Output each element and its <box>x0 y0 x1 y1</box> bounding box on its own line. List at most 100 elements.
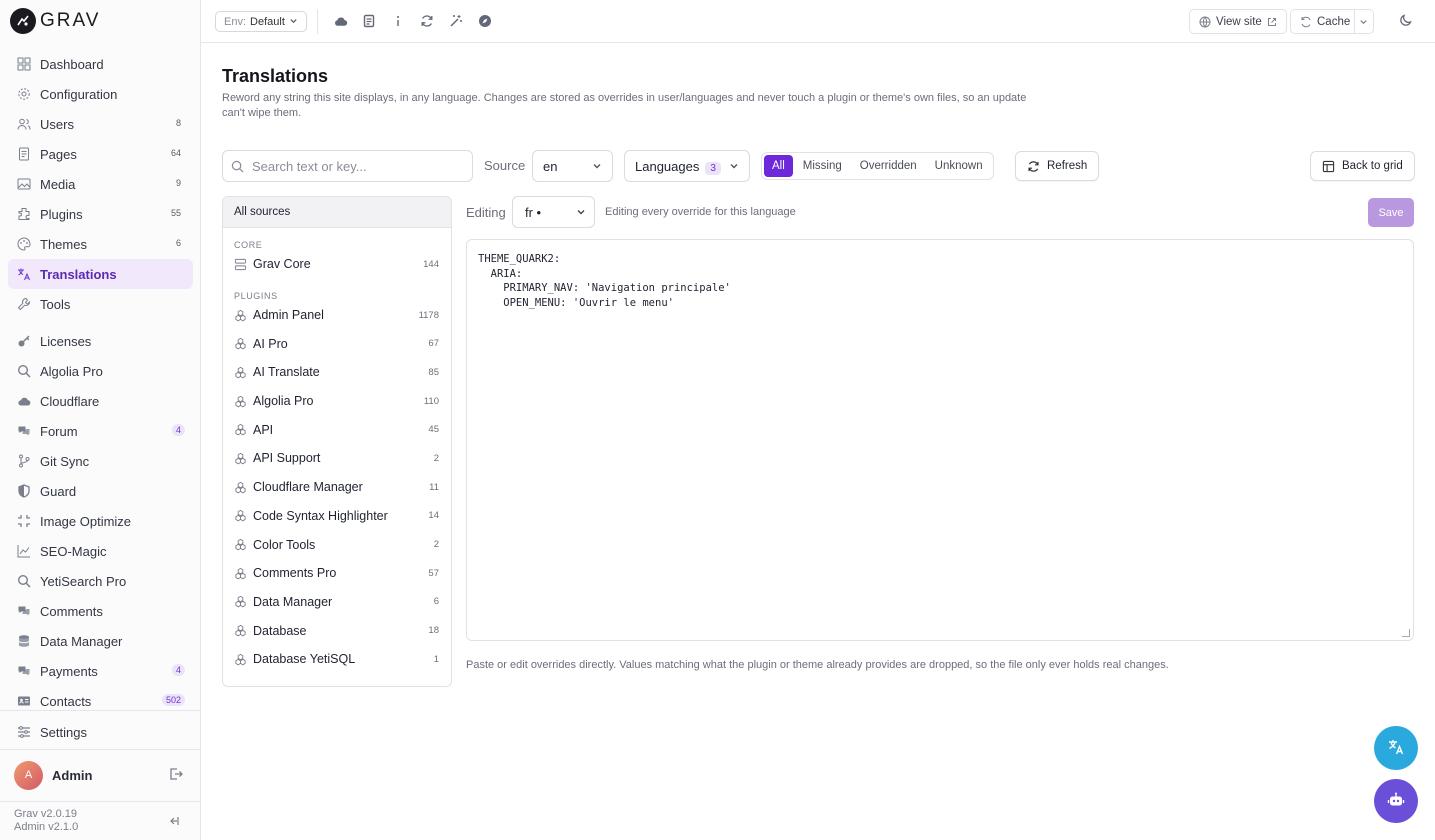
filter-tab-unknown[interactable]: Unknown <box>927 155 991 177</box>
logout-icon[interactable] <box>168 766 184 785</box>
status-filter-tabs: All Missing Overridden Unknown <box>761 152 994 180</box>
source-item-admin-panel[interactable]: Admin Panel 1178 <box>223 301 451 330</box>
document-icon[interactable] <box>360 12 378 30</box>
plugin-cubes-icon <box>234 595 247 608</box>
sidebar-item-image-optimize[interactable]: Image Optimize <box>8 506 193 536</box>
sidebar-item-licenses[interactable]: Licenses <box>8 326 193 356</box>
sidebar-item-payments[interactable]: Payments 4 <box>8 656 193 686</box>
compass-icon[interactable] <box>476 12 494 30</box>
sidebar-item-cloudflare[interactable]: Cloudflare <box>8 386 193 416</box>
source-item-grav-core[interactable]: Grav Core 144 <box>223 250 451 279</box>
core-group-heading: CORE <box>234 240 263 250</box>
dark-mode-toggle-icon[interactable] <box>1399 13 1413 30</box>
overrides-editor[interactable]: THEME_QUARK2: ARIA: PRIMARY_NAV: 'Naviga… <box>466 239 1414 641</box>
source-language-select[interactable]: en <box>532 150 613 182</box>
globe-icon <box>1199 16 1211 28</box>
back-to-grid-button[interactable]: Back to grid <box>1310 151 1415 181</box>
sidebar-item-algolia-pro[interactable]: Algolia Pro <box>8 356 193 386</box>
save-button[interactable]: Save <box>1368 198 1414 227</box>
languages-select[interactable]: Languages 3 <box>624 150 750 182</box>
count-badge: 8 <box>175 118 181 128</box>
sidebar-item-configuration[interactable]: Configuration <box>8 79 193 109</box>
cache-options-toggle[interactable] <box>1354 9 1374 34</box>
plugin-cubes-icon <box>234 509 247 522</box>
sidebar-item-dashboard[interactable]: Dashboard <box>8 49 193 79</box>
sidebar-item-data-manager[interactable]: Data Manager <box>8 626 193 656</box>
source-item-ai-pro[interactable]: AI Pro 67 <box>223 329 451 358</box>
sidebar-item-contacts[interactable]: Contacts 502 <box>8 686 193 716</box>
source-label: Source <box>484 158 526 173</box>
sidebar-item-seo-magic[interactable]: SEO-Magic <box>8 536 193 566</box>
top-bar: Env: Default View site Cache <box>201 0 1435 43</box>
resize-handle[interactable] <box>1402 629 1410 637</box>
cache-button[interactable]: Cache <box>1290 9 1355 34</box>
search-input[interactable] <box>252 158 452 174</box>
view-site-label: View site <box>1216 15 1262 28</box>
sidebar-item-git-sync[interactable]: Git Sync <box>8 446 193 476</box>
source-item-api[interactable]: API 45 <box>223 415 451 444</box>
sidebar-item-label: Translations <box>40 266 117 282</box>
sidebar-nav: Dashboard Configuration Users 8 Pages 64 Media… <box>8 49 193 716</box>
translate-fab[interactable] <box>1374 726 1418 770</box>
sidebar-item-label: Guard <box>40 483 77 499</box>
source-count: 14 <box>428 510 439 522</box>
sidebar-item-comments[interactable]: Comments <box>8 596 193 626</box>
source-item-color-tools[interactable]: Color Tools 2 <box>223 530 451 559</box>
sidebar-divider <box>0 801 200 802</box>
source-item-data-manager[interactable]: Data Manager 6 <box>223 588 451 617</box>
refresh-label: Refresh <box>1047 160 1088 172</box>
source-item-database[interactable]: Database 18 <box>223 616 451 645</box>
sidebar-item-media[interactable]: Media 9 <box>8 169 193 199</box>
sidebar-divider <box>0 710 200 711</box>
source-language-value: en <box>543 158 558 174</box>
plugin-cubes-icon <box>234 423 247 436</box>
sidebar-item-translations[interactable]: Translations <box>8 259 193 289</box>
source-item-algolia-pro[interactable]: Algolia Pro 110 <box>223 387 451 416</box>
admin-version: Admin v2.1.0 <box>14 821 79 833</box>
sidebar-item-pages[interactable]: Pages 64 <box>8 139 193 169</box>
user-menu[interactable]: A Admin <box>14 760 184 790</box>
environment-select[interactable]: Env: Default <box>215 11 307 32</box>
sidebar-item-label: Data Manager <box>40 633 123 649</box>
sidebar-item-guard[interactable]: Guard <box>8 476 193 506</box>
cloud-icon[interactable] <box>331 12 349 30</box>
source-item-ai-translate[interactable]: AI Translate 85 <box>223 358 451 387</box>
filter-tab-all[interactable]: All <box>764 155 793 177</box>
editing-language-select[interactable]: fr • <box>512 196 595 228</box>
refresh-cache-icon[interactable] <box>418 12 436 30</box>
source-item-database-yetisql[interactable]: Database YetiSQL 1 <box>223 645 451 674</box>
view-site-button[interactable]: View site <box>1189 9 1287 34</box>
translate-icon <box>1387 738 1405 759</box>
sidebar-item-forum[interactable]: Forum 4 <box>8 416 193 446</box>
assistant-fab[interactable] <box>1374 779 1418 823</box>
info-icon[interactable] <box>389 12 407 30</box>
git-icon <box>16 453 32 469</box>
sidebar-item-label: Settings <box>40 724 87 740</box>
magic-wand-icon[interactable] <box>447 12 465 30</box>
source-item-cloudflare-manager[interactable]: Cloudflare Manager 11 <box>223 473 451 502</box>
server-icon <box>234 258 247 271</box>
source-count: 6 <box>433 596 439 608</box>
sidebar-item-settings[interactable]: Settings <box>8 717 193 747</box>
source-item-code-syntax-highlighter[interactable]: Code Syntax Highlighter 14 <box>223 502 451 531</box>
sidebar-item-yetisearch-pro[interactable]: YetiSearch Pro <box>8 566 193 596</box>
collapse-sidebar-icon[interactable] <box>166 814 180 831</box>
grav-logo[interactable]: GRAV <box>10 8 100 34</box>
search-box[interactable] <box>222 150 473 182</box>
source-item-api-support[interactable]: API Support 2 <box>223 444 451 473</box>
all-sources-item[interactable]: All sources <box>223 197 451 228</box>
sidebar-item-users[interactable]: Users 8 <box>8 109 193 139</box>
sidebar-item-plugins[interactable]: Plugins 55 <box>8 199 193 229</box>
refresh-button[interactable]: Refresh <box>1015 151 1100 181</box>
sidebar-item-themes[interactable]: Themes 6 <box>8 229 193 259</box>
sidebar-item-tools[interactable]: Tools <box>8 289 193 319</box>
source-item-comments-pro[interactable]: Comments Pro 57 <box>223 559 451 588</box>
sidebar-item-label: YetiSearch Pro <box>40 573 127 589</box>
filter-tab-missing[interactable]: Missing <box>795 155 850 177</box>
image-icon <box>16 176 32 192</box>
filter-tab-overridden[interactable]: Overridden <box>852 155 925 177</box>
plugin-cubes-icon <box>234 624 247 637</box>
source-count: 85 <box>428 366 439 378</box>
source-count: 45 <box>428 424 439 436</box>
sidebar-item-label: Configuration <box>40 86 118 102</box>
